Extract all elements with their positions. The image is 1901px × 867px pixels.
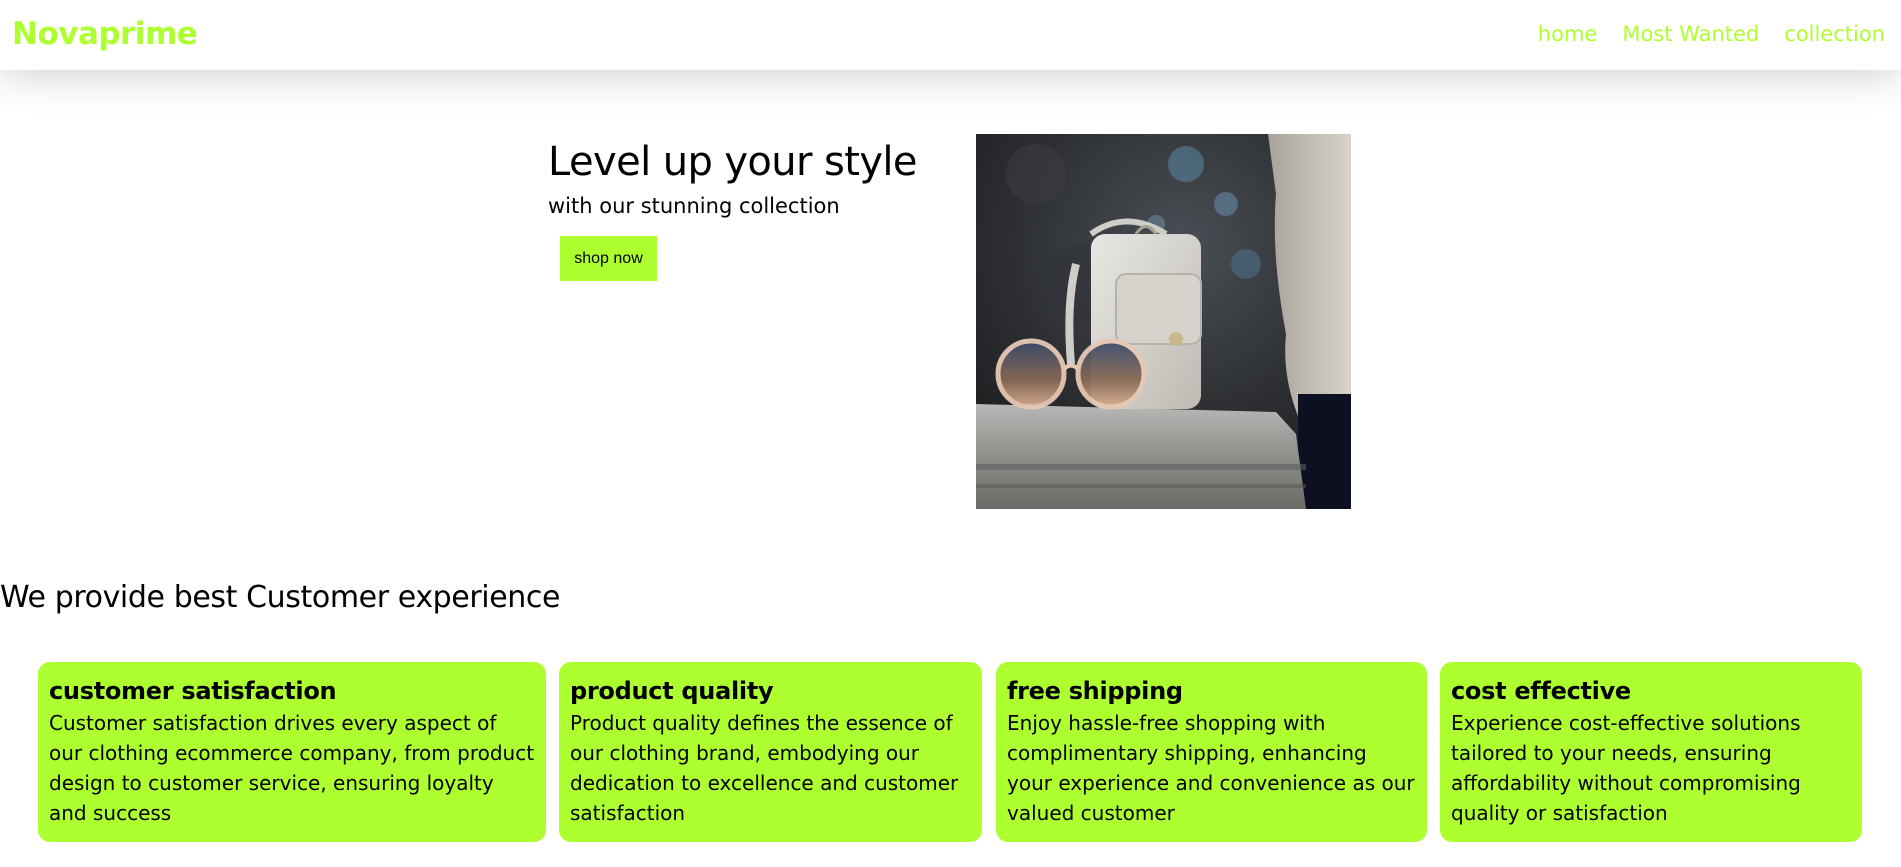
brand-logo[interactable]: Novaprime (12, 16, 198, 52)
feature-card-cost-effective: cost effective Experience cost-effective… (1440, 662, 1862, 842)
nav-links: home Most Wanted collection (1538, 22, 1885, 46)
handbag-sunglasses-photo (976, 134, 1351, 509)
shop-now-button[interactable]: shop now (560, 236, 657, 281)
features-heading: We provide best Customer experience (0, 580, 561, 615)
feature-card-title: customer satisfaction (49, 677, 337, 705)
feature-card-title: free shipping (1007, 677, 1183, 705)
feature-card-text: Experience cost-effective solutions tail… (1451, 711, 1801, 825)
navbar: Novaprime home Most Wanted collection (0, 0, 1901, 70)
feature-card-text: Enjoy hassle-free shopping with complime… (1007, 711, 1415, 825)
feature-card-text: Customer satisfaction drives every aspec… (49, 711, 535, 825)
feature-card-title: cost effective (1451, 677, 1631, 705)
hero-title: Level up your style (548, 139, 918, 185)
hero-subtitle: with our stunning collection (548, 194, 840, 218)
nav-link-home[interactable]: home (1538, 22, 1598, 46)
nav-link-collection[interactable]: collection (1784, 22, 1885, 46)
feature-card-title: product quality (570, 677, 774, 705)
hero-product-image (976, 134, 1351, 509)
feature-card-text: Product quality defines the essence of o… (570, 711, 959, 825)
hero-text: Level up your style with our stunning co… (548, 138, 948, 281)
feature-card-free-shipping: free shipping Enjoy hassle-free shopping… (996, 662, 1427, 842)
feature-card-product-quality: product quality Product quality defines … (559, 662, 982, 842)
nav-link-most-wanted[interactable]: Most Wanted (1622, 22, 1759, 46)
feature-card-customer-satisfaction: customer satisfaction Customer satisfact… (38, 662, 546, 842)
